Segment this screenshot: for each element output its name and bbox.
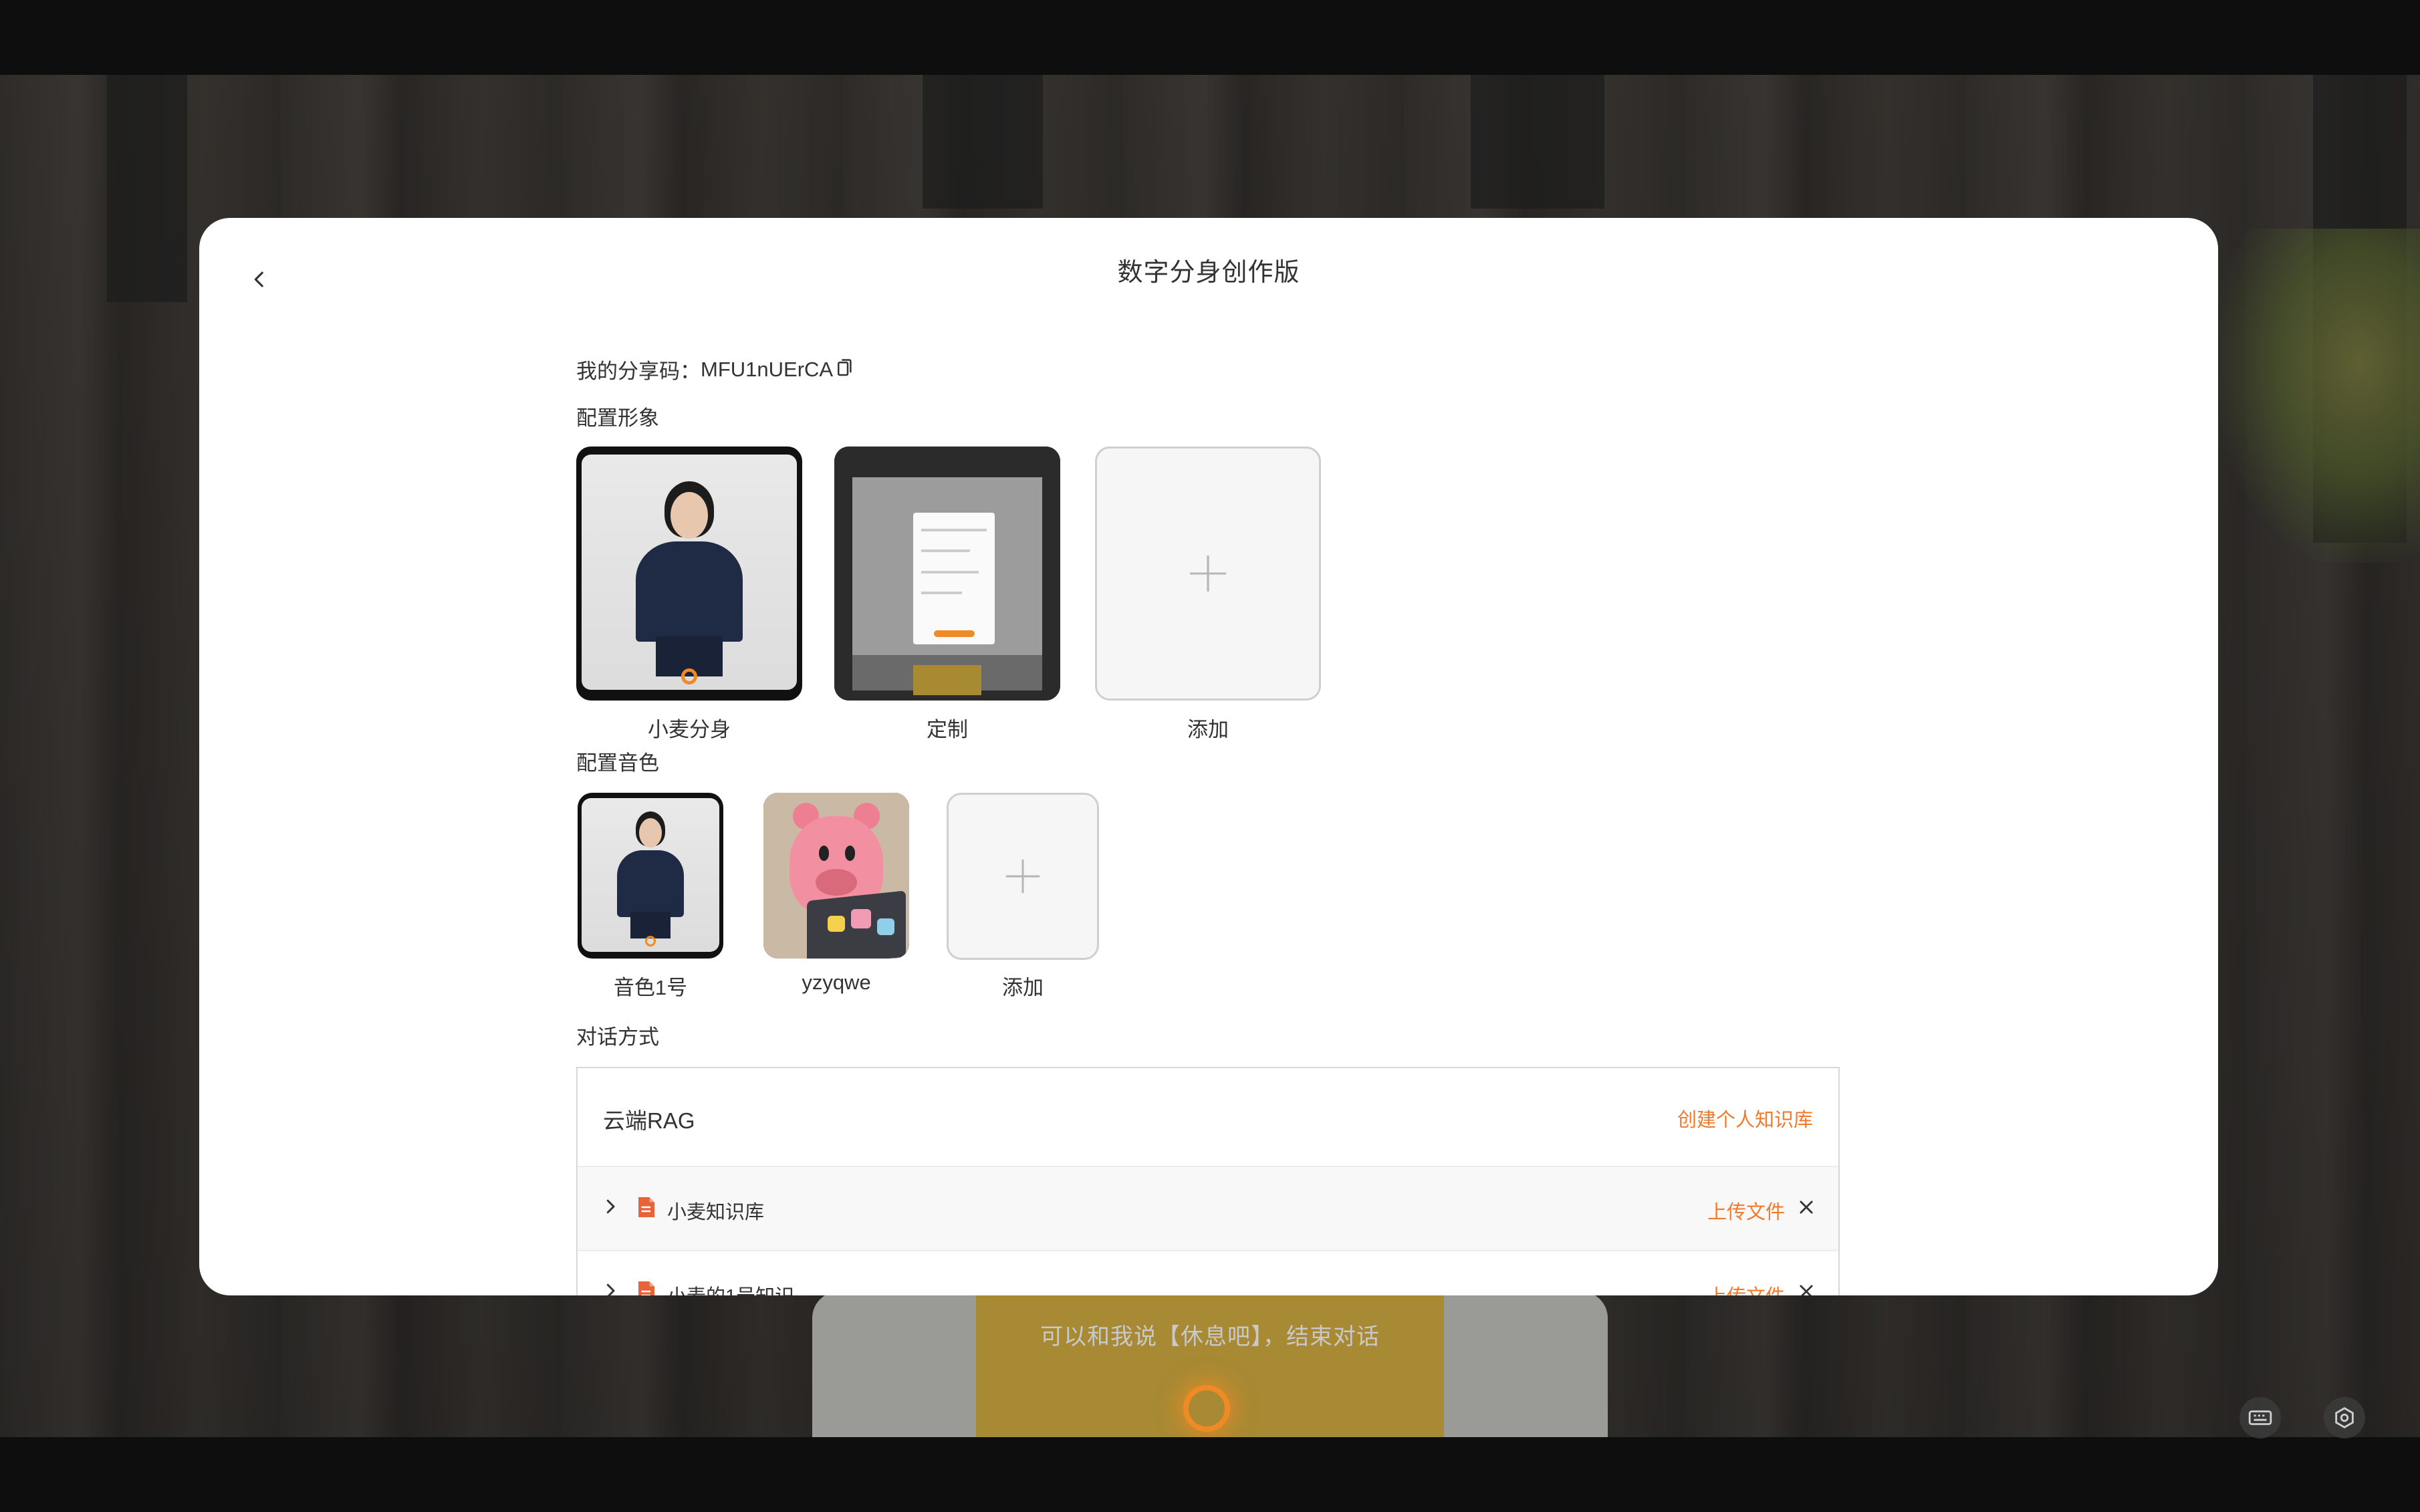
voice-label: yzyqwe <box>802 971 871 994</box>
document-icon <box>638 1197 654 1217</box>
plus-icon <box>1190 555 1226 592</box>
avatar-image <box>582 798 719 952</box>
add-voice-button[interactable] <box>947 793 1099 960</box>
voice-orb-icon[interactable] <box>1183 1385 1230 1432</box>
document-icon <box>638 1281 654 1295</box>
voice-card-1[interactable] <box>578 793 723 959</box>
close-icon[interactable] <box>1797 1198 1816 1217</box>
pig-avatar-image <box>763 793 909 959</box>
create-knowledge-base-link[interactable]: 创建个人知识库 <box>1677 1104 1813 1132</box>
voice-card-yzyqwe[interactable] <box>763 793 909 959</box>
appearance-label: 添加 <box>1187 718 1229 741</box>
appearance-card-custom[interactable] <box>834 447 1060 701</box>
background-window <box>107 75 187 302</box>
chevron-right-icon[interactable] <box>600 1196 620 1217</box>
creator-modal: 数字分身创作版 我的分享码： MFU1nUErCA 配置形象 小麦分身 定制 添… <box>199 218 2218 1295</box>
chevron-right-icon[interactable] <box>600 1281 620 1295</box>
knowledge-base-row[interactable]: 小麦知识库 上传文件 <box>578 1166 1838 1250</box>
avatar-image <box>582 455 797 690</box>
knowledge-base-name: 小麦知识库 <box>667 1202 765 1223</box>
voice-caption: 可以和我说【休息吧】，结束对话 <box>1040 1324 1380 1350</box>
settings-icon <box>2335 1407 2354 1428</box>
appearance-label: 定制 <box>927 718 968 741</box>
rag-header: 云端RAG 创建个人知识库 <box>578 1068 1838 1166</box>
keyboard-button[interactable] <box>2240 1397 2281 1438</box>
keyboard-icon <box>2248 1410 2272 1425</box>
knowledge-base-name: 小麦的1号知识 <box>667 1281 794 1295</box>
appearance-label: 小麦分身 <box>648 718 731 741</box>
rag-panel: 云端RAG 创建个人知识库 小麦知识库 上传文件 <box>576 1067 1840 1295</box>
modal-title: 数字分身创作版 <box>1117 259 1300 287</box>
settings-button[interactable] <box>2324 1397 2365 1438</box>
close-icon[interactable] <box>1797 1282 1816 1295</box>
upload-file-link[interactable]: 上传文件 <box>1707 1196 1785 1225</box>
share-code-row: 我的分享码： MFU1nUErCA <box>576 354 856 384</box>
appearance-card-xiaomai[interactable] <box>576 447 802 701</box>
voice-section-label: 配置音色 <box>576 751 659 775</box>
share-code-label: 我的分享码： <box>576 360 701 383</box>
add-appearance-button[interactable] <box>1095 447 1321 701</box>
bottom-bar <box>0 1437 2420 1512</box>
voice-label: 音色1号 <box>613 976 688 999</box>
voice-label: 添加 <box>1002 976 1044 999</box>
knowledge-base-row[interactable]: 小麦的1号知识 上传文件 <box>578 1250 1838 1295</box>
background-window <box>1471 75 1604 209</box>
custom-screenshot-image <box>834 447 1060 701</box>
upload-file-link[interactable]: 上传文件 <box>1707 1281 1785 1295</box>
background-tree <box>2219 229 2420 563</box>
background-window <box>923 75 1043 209</box>
dialog-section-label: 对话方式 <box>576 1025 659 1049</box>
appearance-section-label: 配置形象 <box>576 406 659 430</box>
share-code-value: MFU1nUErCA <box>701 357 834 381</box>
rag-title: 云端RAG <box>603 1108 695 1133</box>
plus-icon <box>1005 859 1040 894</box>
copy-icon[interactable] <box>836 358 856 381</box>
